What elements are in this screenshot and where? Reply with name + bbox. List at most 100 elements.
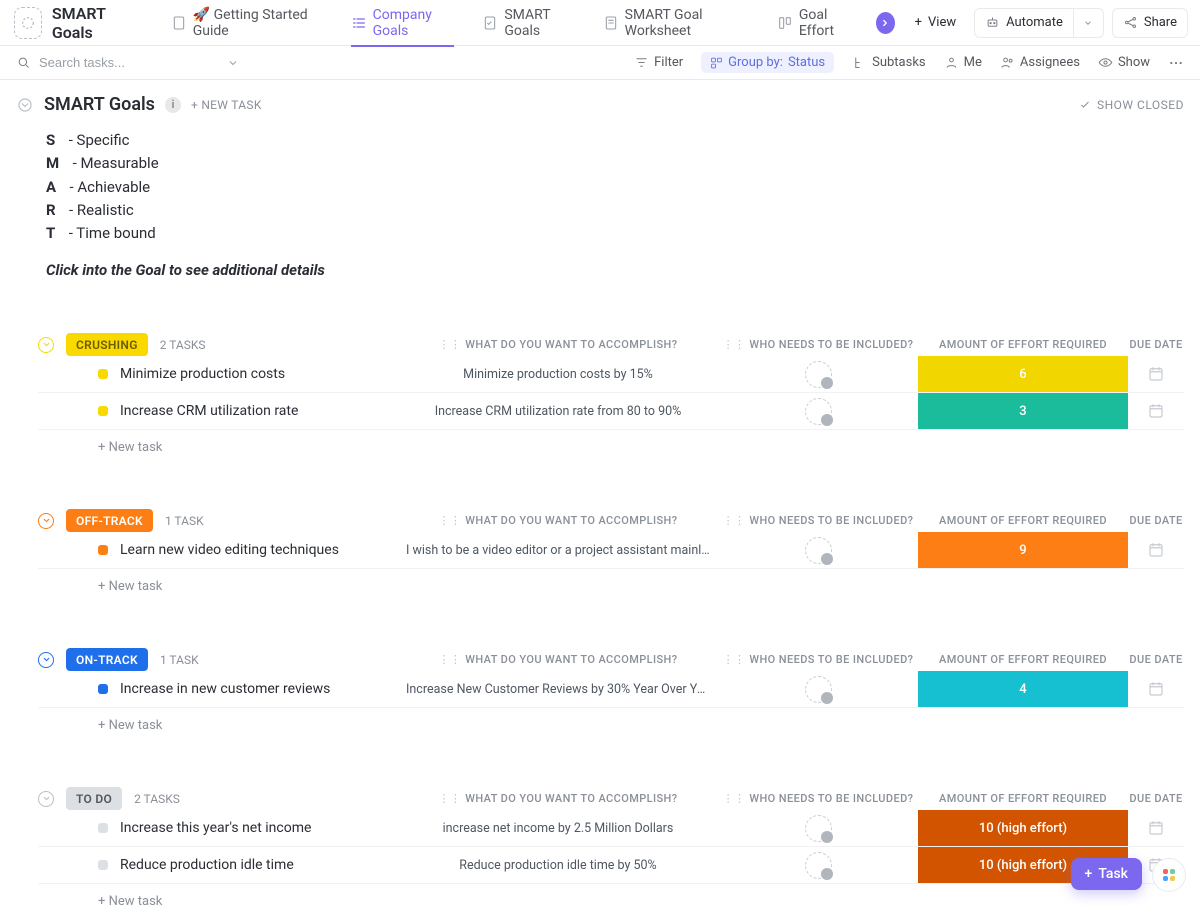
groupby-button[interactable]: Group by: Status [701,52,834,73]
automate-button[interactable]: Automate [974,8,1074,38]
due-date-cell[interactable] [1128,680,1184,698]
add-task-row[interactable]: + New task [38,884,1184,906]
apps-button[interactable] [1152,858,1186,892]
due-date-cell[interactable] [1128,365,1184,383]
task-title[interactable]: Increase this year's net income [98,820,398,836]
collapse-toggle[interactable] [38,513,54,529]
add-task-row[interactable]: + New task [38,430,1184,455]
status-square-icon [98,406,108,416]
assignee-add[interactable] [805,361,832,388]
top-tab-bar: SMART Goals 🚀 Getting Started Guide Comp… [0,0,1200,46]
tab-company-goals[interactable]: Company Goals [339,0,467,46]
accomplish-cell: Increase New Customer Reviews by 30% Yea… [398,682,718,697]
status-badge[interactable]: CRUSHING [66,333,148,356]
collapse-toggle[interactable] [38,652,54,668]
info-icon[interactable]: i [165,97,181,113]
effort-cell[interactable]: 6 [918,356,1128,392]
task-row[interactable]: Increase in new customer reviews Increas… [38,671,1184,708]
smart-row: R - Realistic [46,199,1184,222]
status-badge[interactable]: OFF-TRACK [66,509,153,532]
task-title[interactable]: Reduce production idle time [98,857,398,873]
new-task-link[interactable]: + NEW TASK [191,98,262,112]
accomplish-cell: Minimize production costs by 15% [398,367,718,382]
page-header: SMART Goals i + NEW TASK SHOW CLOSED [16,94,1184,115]
page-body: SMART Goals i + NEW TASK SHOW CLOSED S -… [0,80,1200,906]
calendar-icon [1147,819,1165,837]
form-icon [603,15,619,31]
tab-worksheet[interactable]: SMART Goal Worksheet [591,0,761,46]
task-row[interactable]: Increase this year's net income increase… [38,810,1184,847]
task-row[interactable]: Minimize production costs Minimize produ… [38,356,1184,393]
due-date-cell[interactable] [1128,819,1184,837]
effort-cell[interactable]: 10 (high effort) [918,810,1128,846]
task-count: 1 TASK [165,514,204,528]
task-row[interactable]: Reduce production idle time Reduce produ… [38,847,1184,884]
accomplish-cell: Increase CRM utilization rate from 80 to… [398,404,718,419]
me-button[interactable]: Me [944,55,982,70]
due-date-cell[interactable] [1128,402,1184,420]
task-title[interactable]: Increase in new customer reviews [98,681,398,697]
task-title[interactable]: Increase CRM utilization rate [98,403,398,419]
task-row[interactable]: Learn new video editing techniques I wis… [38,532,1184,569]
plus-icon: + [915,15,922,30]
assignees-button[interactable]: Assignees [1000,55,1080,70]
effort-cell[interactable]: 9 [918,532,1128,568]
status-badge[interactable]: ON-TRACK [66,648,148,671]
show-button[interactable]: Show [1098,55,1150,70]
assignee-add[interactable] [805,537,832,564]
tab-label: SMART Goals [504,7,574,39]
check-doc-icon [482,15,498,31]
assignee-add[interactable] [805,852,832,879]
task-count: 1 TASK [160,653,199,667]
calendar-icon [1147,680,1165,698]
calendar-icon [1147,541,1165,559]
task-title[interactable]: Minimize production costs [98,366,398,382]
filter-button[interactable]: Filter [634,55,683,70]
add-task-row[interactable]: + New task [38,708,1184,733]
assignee-add[interactable] [805,815,832,842]
people-icon [1000,55,1015,70]
task-row[interactable]: Increase CRM utilization rate Increase C… [38,393,1184,430]
smart-row: M - Measurable [46,152,1184,175]
task-count: 2 TASKS [160,338,206,352]
show-closed-toggle[interactable]: SHOW CLOSED [1079,98,1184,112]
collapse-toggle[interactable] [38,791,54,807]
group-icon [710,56,723,69]
status-badge[interactable]: TO DO [66,787,122,810]
due-date-cell[interactable] [1128,541,1184,559]
new-task-fab[interactable]: + Task [1071,858,1142,890]
share-button[interactable]: Share [1112,8,1188,38]
add-view-button[interactable]: + View [905,8,967,38]
smart-row: T - Time bound [46,222,1184,245]
status-group: TO DO 2 TASKS ⋮⋮WHAT DO YOU WANT TO ACCO… [38,787,1184,906]
status-square-icon [98,545,108,555]
assignee-add[interactable] [805,398,832,425]
page-title: SMART Goals [44,94,155,115]
share-label: Share [1144,15,1177,30]
smart-row: S - Specific [46,129,1184,152]
chevron-right-icon [880,18,890,28]
collapse-toggle[interactable] [38,337,54,353]
toolbar-right: + View Automate Share [905,8,1200,38]
accomplish-cell: Reduce production idle time by 50% [398,858,718,873]
more-icon[interactable] [1168,55,1184,71]
collapse-circle-icon[interactable] [16,96,34,114]
group-header: ON-TRACK 1 TASK ⋮⋮WHAT DO YOU WANT TO AC… [38,648,1184,671]
task-title[interactable]: Learn new video editing techniques [98,542,398,558]
search-input[interactable] [39,55,189,70]
chevron-down-icon[interactable] [227,57,239,69]
add-task-row[interactable]: + New task [38,569,1184,594]
subtasks-button[interactable]: Subtasks [852,55,926,70]
tabs-overflow-button[interactable] [876,12,895,34]
tab-getting-started[interactable]: 🚀 Getting Started Guide [159,0,335,46]
assignee-add[interactable] [805,676,832,703]
plus-icon: + [1085,866,1093,882]
status-group: OFF-TRACK 1 TASK ⋮⋮WHAT DO YOU WANT TO A… [38,509,1184,594]
tab-goal-effort[interactable]: Goal Effort [765,0,866,46]
search-wrap [16,55,239,70]
automate-dropdown[interactable] [1074,8,1104,38]
effort-cell[interactable]: 4 [918,671,1128,707]
effort-cell[interactable]: 3 [918,393,1128,429]
tab-smart-goals[interactable]: SMART Goals [470,0,586,46]
group-header: CRUSHING 2 TASKS ⋮⋮WHAT DO YOU WANT TO A… [38,333,1184,356]
